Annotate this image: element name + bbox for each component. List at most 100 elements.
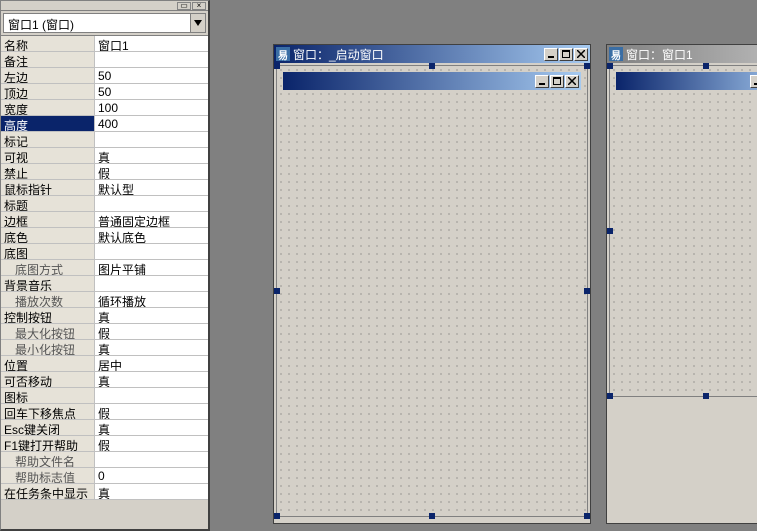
property-row[interactable]: 底图 [1,244,208,260]
minimize-button[interactable] [544,48,558,61]
property-value[interactable]: 默认型 [95,180,208,195]
close-button[interactable] [574,48,588,61]
object-selector-arrow[interactable] [190,13,206,33]
inner-window[interactable] [283,72,581,90]
inner-minimize-button[interactable] [750,75,757,88]
property-row[interactable]: 最小化按钮真 [1,340,208,356]
designer-window-secondary[interactable]: 易 窗口：窗口1 [606,44,757,524]
object-selector-value: 窗口1 (窗口) [3,13,190,33]
object-selector[interactable]: 窗口1 (窗口) [3,13,206,33]
property-value[interactable]: 400 [95,116,208,131]
property-value[interactable]: 0 [95,468,208,483]
property-value[interactable] [95,388,208,403]
property-row[interactable]: 高度400 [1,116,208,132]
designer-titlebar[interactable]: 易 窗口：窗口1 [607,45,757,63]
property-row[interactable]: 背景音乐 [1,276,208,292]
property-row[interactable]: 宽度100 [1,100,208,116]
property-value[interactable]: 假 [95,324,208,339]
property-row[interactable]: 名称窗口1 [1,36,208,52]
resize-handle-bc[interactable] [703,393,709,399]
resize-handle-tr[interactable] [584,63,590,69]
designer-titlebar[interactable]: 易 窗口：_启动窗口 [274,45,590,63]
inner-titlebar[interactable] [616,72,757,90]
property-value[interactable]: 普通固定边框 [95,212,208,227]
property-value[interactable]: 50 [95,84,208,99]
panel-dock-button[interactable]: ▭ [177,2,191,10]
property-value[interactable] [95,452,208,467]
property-row[interactable]: 标记 [1,132,208,148]
property-value[interactable] [95,132,208,147]
property-row[interactable]: 底图方式图片平铺 [1,260,208,276]
resize-handle-tl[interactable] [607,63,613,69]
property-row[interactable]: F1键打开帮助假 [1,436,208,452]
panel-close-button[interactable]: × [192,2,206,10]
property-value[interactable]: 假 [95,164,208,179]
resize-handle-br[interactable] [584,513,590,519]
property-value[interactable]: 居中 [95,356,208,371]
property-label: 顶边 [1,84,95,99]
property-value[interactable]: 循环播放 [95,292,208,307]
property-row[interactable]: 可视真 [1,148,208,164]
property-label: 鼠标指针 [1,180,95,195]
resize-handle-tc[interactable] [429,63,435,69]
designer-window-main[interactable]: 易 窗口：_启动窗口 [273,44,591,524]
property-label: 控制按钮 [1,308,95,323]
property-row[interactable]: 回车下移焦点假 [1,404,208,420]
property-row[interactable]: 边框普通固定边框 [1,212,208,228]
property-value[interactable]: 100 [95,100,208,115]
property-row[interactable]: 在任务条中显示真 [1,484,208,500]
property-row[interactable]: 控制按钮真 [1,308,208,324]
property-row[interactable]: 帮助文件名 [1,452,208,468]
property-row[interactable]: Esc键关闭真 [1,420,208,436]
property-grid[interactable]: 名称窗口1备注左边50顶边50宽度100高度400标记可视真禁止假鼠标指针默认型… [1,35,208,500]
property-value[interactable]: 50 [95,68,208,83]
inner-titlebar[interactable] [283,72,581,90]
property-value[interactable]: 真 [95,148,208,163]
inner-minimize-button[interactable] [535,75,549,88]
property-row[interactable]: 鼠标指针默认型 [1,180,208,196]
maximize-button[interactable] [559,48,573,61]
property-value[interactable]: 默认底色 [95,228,208,243]
resize-handle-mr[interactable] [584,288,590,294]
property-row[interactable]: 最大化按钮假 [1,324,208,340]
property-row[interactable]: 禁止假 [1,164,208,180]
inner-close-button[interactable] [565,75,579,88]
resize-handle-bl[interactable] [274,513,280,519]
property-row[interactable]: 顶边50 [1,84,208,100]
resize-handle-tc[interactable] [703,63,709,69]
property-row[interactable]: 可否移动真 [1,372,208,388]
selection-handles [610,66,757,396]
property-value[interactable]: 窗口1 [95,36,208,51]
resize-handle-tl[interactable] [274,63,280,69]
property-value[interactable]: 假 [95,436,208,451]
inner-window[interactable] [616,72,757,90]
resize-handle-ml[interactable] [607,228,613,234]
resize-handle-bc[interactable] [429,513,435,519]
property-row[interactable]: 左边50 [1,68,208,84]
property-value[interactable] [95,52,208,67]
property-row[interactable]: 播放次数循环播放 [1,292,208,308]
property-row[interactable]: 备注 [1,52,208,68]
property-label: 回车下移焦点 [1,404,95,419]
property-row[interactable]: 帮助标志值0 [1,468,208,484]
resize-handle-bl[interactable] [607,393,613,399]
inner-maximize-button[interactable] [550,75,564,88]
property-row[interactable]: 位置居中 [1,356,208,372]
property-value[interactable]: 假 [95,404,208,419]
property-row[interactable]: 图标 [1,388,208,404]
property-row[interactable]: 底色默认底色 [1,228,208,244]
property-value[interactable]: 图片平铺 [95,260,208,275]
property-label: F1键打开帮助 [1,436,95,451]
property-value[interactable]: 真 [95,308,208,323]
form-canvas[interactable] [276,65,588,517]
property-value[interactable] [95,196,208,211]
form-canvas[interactable] [609,65,757,397]
property-value[interactable] [95,276,208,291]
property-value[interactable]: 真 [95,420,208,435]
property-row[interactable]: 标题 [1,196,208,212]
property-value[interactable]: 真 [95,340,208,355]
resize-handle-ml[interactable] [274,288,280,294]
property-value[interactable]: 真 [95,484,208,499]
property-value[interactable] [95,244,208,259]
property-value[interactable]: 真 [95,372,208,387]
